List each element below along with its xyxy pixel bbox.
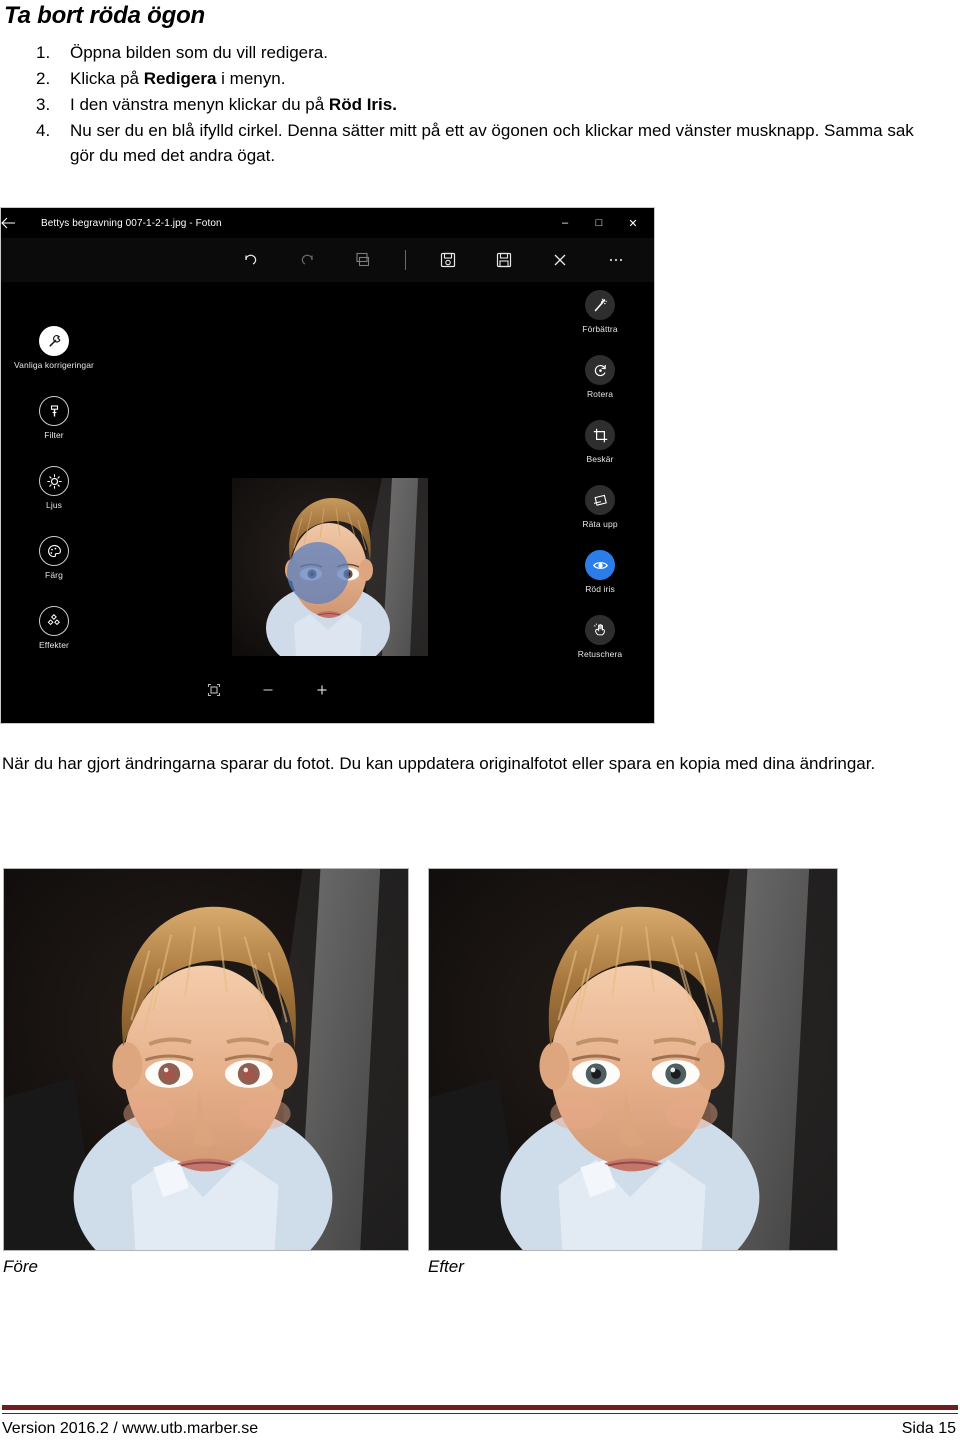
- body-paragraph: När du har gjort ändringarna sparar du f…: [2, 754, 876, 773]
- straighten-icon: [585, 485, 615, 515]
- sidebar-item-rata-upp[interactable]: Räta upp: [550, 485, 650, 529]
- back-arrow-icon[interactable]: [1, 217, 41, 229]
- palette-icon: [39, 536, 69, 566]
- figure-after: Efter: [428, 868, 838, 1277]
- editor-canvas-area: Vanliga korrigeringar Filter Ljus Färg E…: [1, 282, 654, 723]
- close-x-icon[interactable]: [532, 244, 588, 276]
- sidebar-item-retuschera[interactable]: Retuschera: [550, 615, 650, 659]
- photo-after-image: [429, 869, 837, 1250]
- redo-icon[interactable]: [279, 244, 335, 276]
- sidebar-item-label: Färg: [45, 570, 63, 580]
- figure-caption: Efter: [428, 1257, 464, 1276]
- right-tool-rail: Förbättra Rotera Beskär Räta upp Röd iri…: [550, 290, 650, 659]
- list-item-text: Öppna bilden som du vill redigera.: [70, 43, 328, 62]
- photo-before: [3, 868, 409, 1251]
- sidebar-item-label: Effekter: [39, 640, 69, 650]
- list-item-number: 4.: [36, 121, 51, 140]
- sidebar-item-label: Vanliga korrigeringar: [14, 360, 94, 370]
- brightness-icon: [39, 466, 69, 496]
- sidebar-item-farg[interactable]: Färg: [4, 536, 104, 580]
- save-icon[interactable]: [476, 244, 532, 276]
- footer-left-text: Version 2016.2 / www.utb.marber.se: [2, 1420, 259, 1437]
- retouch-hand-icon: [585, 615, 615, 645]
- list-item-emphasis: Redigera: [143, 69, 217, 88]
- rotate-icon: [585, 355, 615, 385]
- magic-wand-icon: [585, 290, 615, 320]
- list-item-text-before: Klicka på: [70, 69, 144, 88]
- footer-page-number: Sida 15: [901, 1420, 956, 1437]
- photo-before-image: [4, 869, 408, 1250]
- sidebar-item-rotera[interactable]: Rotera: [550, 355, 650, 399]
- page-title: Ta bort röda ögon: [4, 2, 206, 29]
- crop-icon: [585, 420, 615, 450]
- compare-icon[interactable]: [335, 244, 391, 276]
- maximize-button[interactable]: □: [582, 208, 616, 238]
- photos-app-screenshot: Bettys begravning 007-1-2-1.jpg - Foton …: [0, 207, 655, 724]
- left-tool-rail: Vanliga korrigeringar Filter Ljus Färg E…: [1, 326, 107, 650]
- ellipsis-icon[interactable]: [588, 244, 644, 276]
- photo-canvas[interactable]: [232, 478, 428, 656]
- instruction-list: 1. Öppna bilden som du vill redigera. 2.…: [0, 40, 940, 169]
- sidebar-item-label: Räta upp: [582, 519, 618, 529]
- list-item-emphasis: Röd Iris.: [328, 95, 397, 114]
- figure-before: Före: [3, 868, 409, 1277]
- sidebar-item-label: Retuschera: [577, 649, 623, 659]
- wrench-icon: [39, 326, 69, 356]
- sidebar-item-label: Beskär: [586, 454, 614, 464]
- effects-icon: [39, 606, 69, 636]
- list-item: 2. Klicka på Redigera i menyn.: [0, 66, 940, 91]
- save-copy-icon[interactable]: [420, 244, 476, 276]
- sidebar-item-label: Ljus: [46, 500, 62, 510]
- sidebar-item-vanliga-korrigeringar[interactable]: Vanliga korrigeringar: [4, 326, 104, 370]
- list-item: 4. Nu ser du en blå ifylld cirkel. Denna…: [0, 118, 940, 168]
- list-item-text-before: I den vänstra menyn klickar du på: [70, 95, 329, 114]
- photo-after: [428, 868, 838, 1251]
- zoom-controls: [1, 679, 534, 701]
- minus-icon[interactable]: [256, 679, 280, 701]
- sidebar-item-beskar[interactable]: Beskär: [550, 420, 650, 464]
- sidebar-item-rod-iris[interactable]: Röd iris: [550, 550, 650, 594]
- sidebar-item-label: Filter: [44, 430, 64, 440]
- app-title: Bettys begravning 007-1-2-1.jpg - Foton: [41, 217, 222, 229]
- fit-icon[interactable]: [202, 679, 226, 701]
- list-item-number: 2.: [36, 69, 51, 88]
- window-controls: – □ ✕: [548, 208, 650, 238]
- figure-caption: Före: [3, 1257, 38, 1276]
- sidebar-item-label: Rotera: [586, 389, 614, 399]
- list-item-text-after: i menyn.: [216, 69, 286, 88]
- list-item: 1. Öppna bilden som du vill redigera.: [0, 40, 940, 65]
- undo-icon[interactable]: [223, 244, 279, 276]
- list-item-number: 3.: [36, 95, 51, 114]
- sidebar-item-filter[interactable]: Filter: [4, 396, 104, 440]
- sidebar-item-ljus[interactable]: Ljus: [4, 466, 104, 510]
- close-button[interactable]: ✕: [616, 208, 650, 238]
- app-title-bar: Bettys begravning 007-1-2-1.jpg - Foton …: [1, 208, 654, 238]
- list-item-text: Nu ser du en blå ifylld cirkel. Denna sä…: [70, 121, 914, 165]
- before-after-figures: Före Efter: [0, 868, 960, 1288]
- sidebar-item-effekter[interactable]: Effekter: [4, 606, 104, 650]
- edit-toolbar: [1, 238, 654, 282]
- list-item: 3. I den vänstra menyn klickar du på Röd…: [0, 92, 940, 117]
- list-item-number: 1.: [36, 43, 51, 62]
- sidebar-item-label: Förbättra: [582, 324, 618, 334]
- brush-icon: [39, 396, 69, 426]
- footer-rule-thin: [2, 1413, 958, 1414]
- plus-icon[interactable]: [310, 679, 334, 701]
- page-footer: Version 2016.2 / www.utb.marber.se Sida …: [2, 1420, 956, 1438]
- minimize-button[interactable]: –: [548, 208, 582, 238]
- eye-icon: [585, 550, 615, 580]
- red-eye-brush-circle: [287, 542, 349, 604]
- sidebar-item-forbattra[interactable]: Förbättra: [550, 290, 650, 334]
- toolbar-divider: [405, 250, 406, 270]
- footer-rule-thick: [2, 1405, 958, 1410]
- sidebar-item-label: Röd iris: [585, 584, 615, 594]
